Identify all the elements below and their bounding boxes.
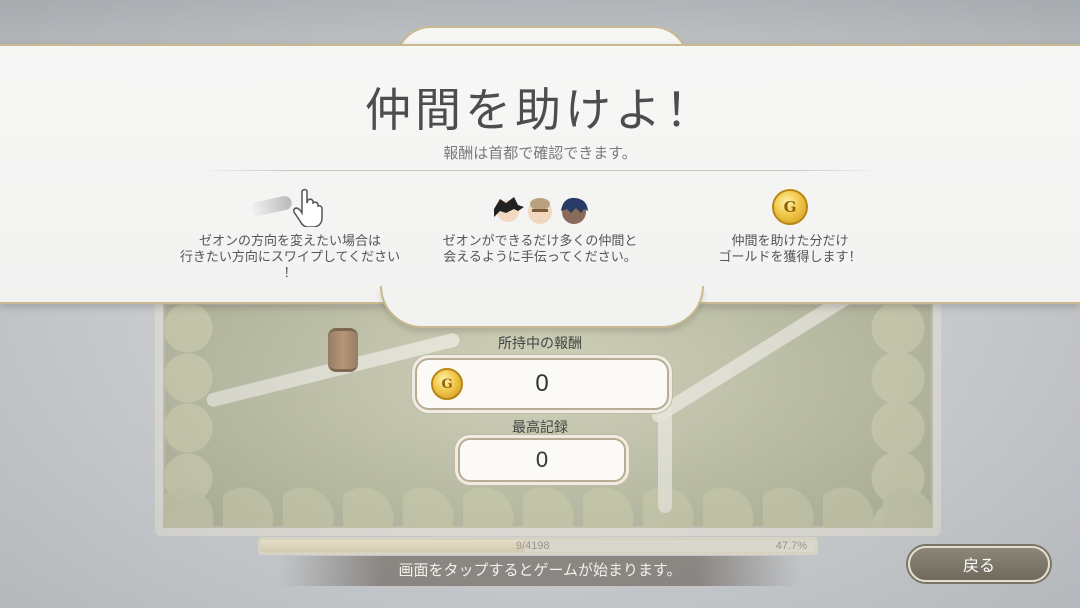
hint-text-line: 会えるように手伝ってください。 [443,249,637,264]
hint-swipe: ゼオンの方向を変えたい場合は 行きたい方向にスワイプしてください ！ [150,185,430,281]
back-button[interactable]: 戻る [908,546,1050,582]
hint-text-line: 仲間を助けた分だけ [731,233,849,248]
page-subtitle: 報酬は首都で確認できます。 [443,145,637,162]
hint-text-line: ゼオンの方向を変えたい場合は [198,233,381,248]
reward-value: 0 [535,370,549,397]
gold-coin-icon: G [772,189,808,225]
page-title: 仲間を助けよ！ [365,83,715,137]
hint-text-line: 行きたい方向にスワイプしてください [179,249,401,264]
progress-percent: 47.7% [775,540,807,552]
best-record-label: 最高記録 [512,419,568,435]
hint-companions: ゼオンができるだけ多くの仲間と 会えるように手伝ってください。 [400,185,680,265]
hint-text-line: ゴールドを獲得します！ [718,249,862,264]
hint-text-line: ！ [283,265,297,280]
progress-count: 9/4198 [516,540,550,552]
tap-to-start[interactable]: 画面をタップするとゲームが始まります。 [280,556,800,586]
reward-value-box: G 0 [415,358,669,410]
progress-bar: 9/4198 47.7% [258,537,818,555]
best-record-box: 0 [458,438,626,482]
party-characters-icon [494,197,588,224]
hint-text-line: ゼオンができるだけ多くの仲間と [442,233,638,248]
banner-bottom-crest [380,286,704,328]
best-record-value: 0 [535,447,549,472]
gold-coin-icon: G [431,368,463,400]
divider [195,170,885,171]
swipe-trail [249,194,293,218]
progress-fill [261,540,526,552]
reward-label: 所持中の報酬 [498,335,582,351]
hint-gold: G 仲間を助けた分だけ ゴールドを獲得します！ [650,185,930,265]
swipe-hand-icon [293,188,323,227]
